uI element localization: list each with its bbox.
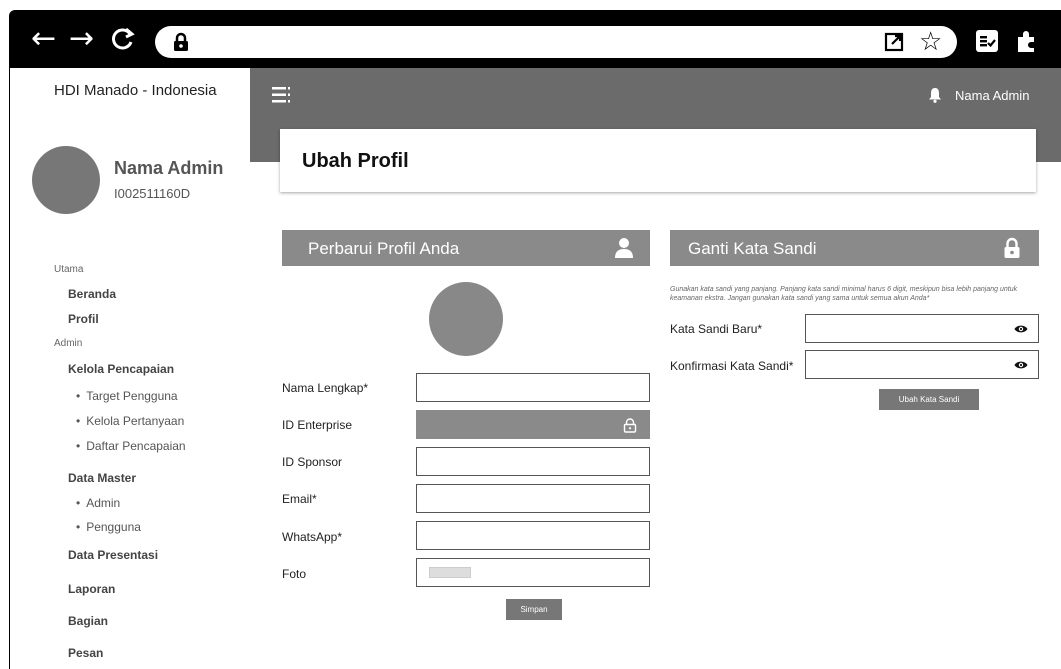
profile-panel-header: Perbarui Profil Anda	[282, 230, 650, 266]
browser-toolbar: ← → ☆	[9, 10, 1061, 68]
save-button[interactable]: Simpan	[506, 599, 562, 620]
top-bar: Nama Admin	[250, 68, 1061, 126]
menu-icon[interactable]	[272, 87, 290, 103]
enterprise-id-label: ID Enterprise	[282, 418, 353, 432]
admin-id: I002511160D	[114, 186, 191, 201]
change-password-button[interactable]: Ubah Kata Sandi	[879, 389, 979, 410]
sidebar-item-report[interactable]: Laporan	[68, 582, 115, 596]
sidebar-subitem-admin[interactable]: Admin	[76, 496, 120, 510]
section-admin: Admin	[54, 338, 83, 349]
profile-photo-preview	[429, 282, 503, 356]
avatar	[32, 146, 100, 214]
eye-icon[interactable]	[1014, 360, 1028, 370]
sidebar-subitem-questions[interactable]: Kelola Pertanyaan	[76, 414, 184, 428]
confirm-password-label: Konfirmasi Kata Sandi*	[670, 359, 794, 373]
page-title: Ubah Profil	[302, 150, 409, 172]
lock-icon	[623, 418, 637, 433]
password-panel-title: Ganti Kata Sandi	[688, 239, 817, 258]
email-label: Email*	[282, 492, 317, 506]
eye-icon[interactable]	[1014, 324, 1028, 334]
password-guideline-note: Gunakan kata sandi yang panjang. Panjang…	[670, 286, 1018, 302]
sidebar-subitem-target[interactable]: Target Pengguna	[76, 389, 177, 403]
sidebar-subitem-users[interactable]: Pengguna	[76, 520, 141, 534]
photo-label: Foto	[282, 567, 307, 581]
user-icon	[615, 238, 633, 258]
full-name-label: Nama Lengkap*	[282, 381, 369, 395]
reading-list-icon[interactable]	[974, 28, 1000, 54]
photo-file-input[interactable]	[416, 558, 650, 587]
forward-arrow-icon[interactable]: →	[69, 24, 94, 54]
choose-file-button[interactable]	[429, 567, 471, 578]
lock-icon	[1004, 237, 1020, 258]
whatsapp-input[interactable]	[416, 521, 650, 550]
sidebar: HDI Manado - Indonesia Nama Admin I00251…	[9, 68, 249, 669]
admin-name: Nama Admin	[114, 158, 224, 178]
section-main: Utama	[54, 264, 84, 275]
star-icon[interactable]: ☆	[919, 26, 942, 58]
full-name-input[interactable]	[416, 373, 650, 402]
sponsor-id-label: ID Sponsor	[282, 455, 343, 469]
enterprise-id-input	[416, 410, 650, 439]
new-password-input[interactable]	[805, 314, 1039, 343]
extensions-icon[interactable]	[1014, 28, 1040, 54]
email-input[interactable]	[416, 484, 650, 513]
sidebar-item-master-data[interactable]: Data Master	[68, 471, 136, 485]
sidebar-item-achievements[interactable]: Kelola Pencapaian	[68, 362, 174, 376]
sidebar-item-profile[interactable]: Profil	[68, 312, 99, 326]
sidebar-item-division[interactable]: Bagian	[68, 614, 108, 628]
open-external-icon[interactable]	[883, 31, 905, 53]
profile-panel-title: Perbarui Profil Anda	[308, 239, 460, 258]
password-panel-header: Ganti Kata Sandi	[670, 230, 1039, 266]
brand-name: HDI Manado - Indonesia	[54, 82, 217, 99]
sponsor-id-input[interactable]	[416, 447, 650, 476]
reload-icon[interactable]	[109, 25, 137, 53]
topbar-user-name[interactable]: Nama Admin	[955, 88, 1029, 103]
whatsapp-label: WhatsApp*	[282, 530, 343, 544]
sidebar-subitem-achievement-list[interactable]: Daftar Pencapaian	[76, 439, 185, 453]
new-password-label: Kata Sandi Baru*	[670, 322, 763, 336]
confirm-password-input[interactable]	[805, 350, 1039, 379]
page-title-card: Ubah Profil	[280, 129, 1036, 192]
sidebar-item-home[interactable]: Beranda	[68, 287, 116, 301]
sidebar-item-presentation[interactable]: Data Presentasi	[68, 548, 158, 562]
back-arrow-icon[interactable]: ←	[31, 24, 56, 54]
sidebar-item-message[interactable]: Pesan	[68, 646, 103, 660]
bell-icon[interactable]	[928, 87, 942, 103]
lock-icon	[174, 32, 188, 51]
address-bar[interactable]: ☆	[155, 26, 957, 58]
